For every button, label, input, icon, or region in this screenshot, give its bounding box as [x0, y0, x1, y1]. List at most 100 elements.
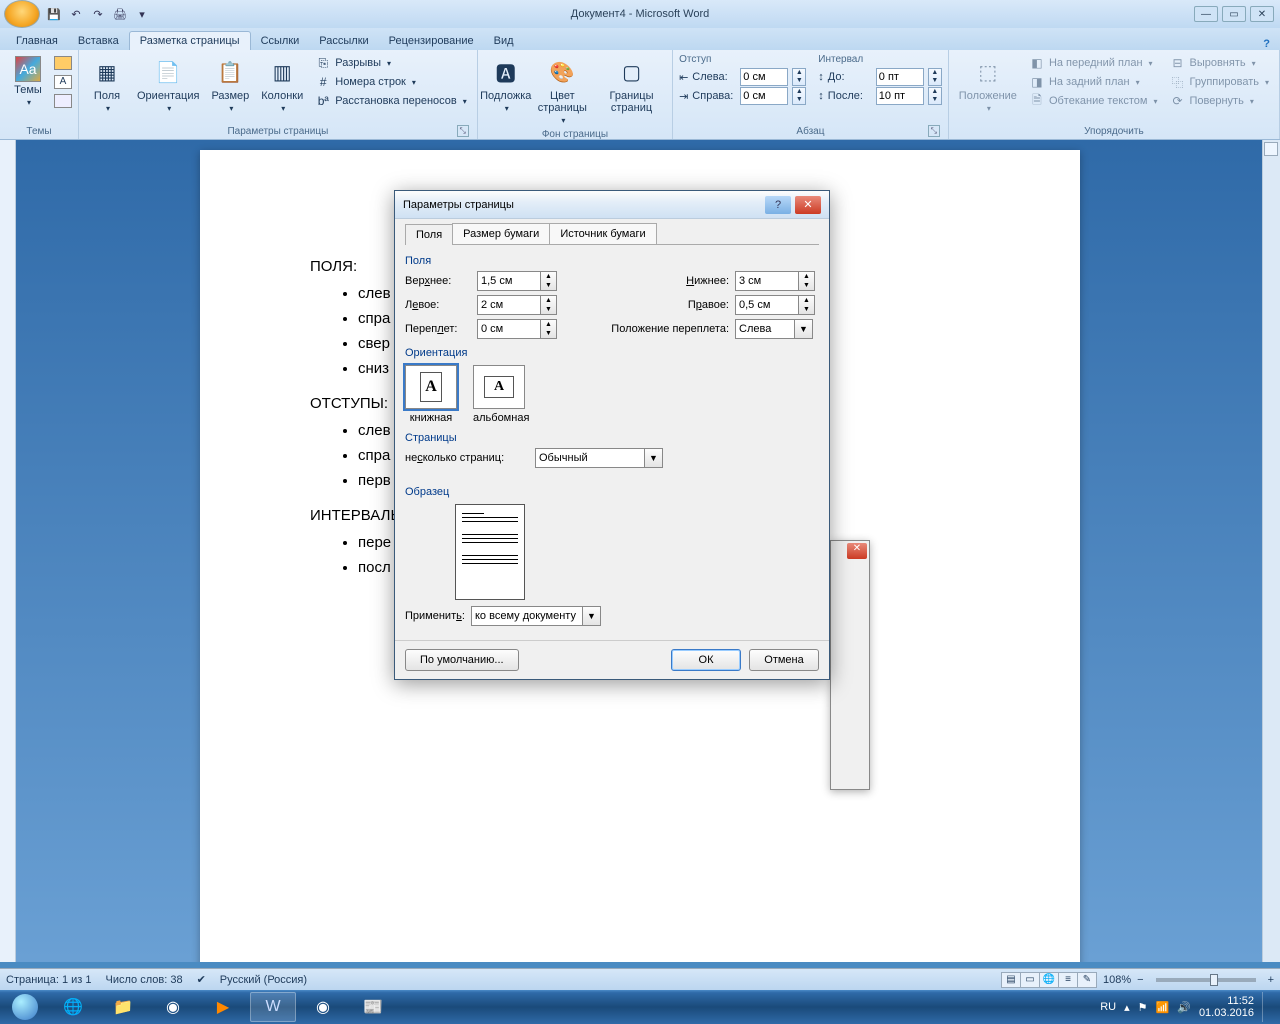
zoom-slider[interactable]: [1156, 978, 1256, 982]
apply-dropdown[interactable]: ▼: [583, 606, 601, 626]
tab-layout[interactable]: Разметка страницы: [129, 31, 251, 50]
zoom-value[interactable]: 108%: [1103, 974, 1131, 986]
view-web[interactable]: 🌐: [1039, 972, 1059, 988]
tab-review[interactable]: Рецензирование: [379, 32, 484, 50]
start-button[interactable]: [4, 992, 46, 1022]
margins-button[interactable]: ▦Поля▾: [85, 54, 129, 115]
gutter-pos-combo[interactable]: [735, 319, 795, 339]
vertical-scrollbar[interactable]: [1262, 140, 1280, 962]
task-chrome2[interactable]: ◉: [300, 992, 346, 1022]
status-language[interactable]: Русский (Россия): [220, 974, 307, 986]
page-setup-launcher[interactable]: ⤡: [457, 125, 469, 137]
theme-fonts-icon[interactable]: A: [54, 75, 72, 89]
themes-button[interactable]: Aa Темы▾: [6, 54, 50, 109]
task-media[interactable]: ▶: [200, 992, 246, 1022]
gutter-spinner[interactable]: ▲▼: [541, 319, 557, 339]
gutter-input[interactable]: [477, 319, 541, 339]
tray-volume-icon[interactable]: 🔊: [1177, 1001, 1191, 1014]
tray-show-hidden-icon[interactable]: ▴: [1124, 1001, 1130, 1014]
size-button[interactable]: 📋Размер▾: [207, 54, 253, 115]
right-margin-input[interactable]: [735, 295, 799, 315]
dlg-tab-source[interactable]: Источник бумаги: [549, 223, 656, 244]
tray-language[interactable]: RU: [1100, 1001, 1116, 1013]
space-after-input[interactable]: [876, 87, 924, 105]
task-news[interactable]: 📰: [350, 992, 396, 1022]
zoom-in-button[interactable]: +: [1268, 974, 1274, 986]
tray-network-icon[interactable]: 📶: [1156, 1001, 1170, 1014]
indent-left-spinner[interactable]: ▲▼: [792, 68, 806, 86]
theme-colors-icon[interactable]: [54, 56, 72, 70]
tab-insert[interactable]: Вставка: [68, 32, 129, 50]
status-page[interactable]: Страница: 1 из 1: [6, 974, 92, 986]
dialog-close-button[interactable]: ✕: [795, 196, 821, 214]
orientation-button[interactable]: 📄Ориентация▾: [133, 54, 203, 115]
tray-flag-icon[interactable]: ⚑: [1138, 1001, 1148, 1014]
tab-home[interactable]: Главная: [6, 32, 68, 50]
cancel-button[interactable]: Отмена: [749, 649, 819, 671]
bottom-margin-spinner[interactable]: ▲▼: [799, 271, 815, 291]
task-explorer[interactable]: 📁: [100, 992, 146, 1022]
orientation-portrait[interactable]: A книжная: [405, 365, 457, 424]
help-icon[interactable]: ?: [1253, 38, 1280, 50]
proofing-icon[interactable]: ✔: [197, 973, 206, 986]
qat-more-icon[interactable]: ▾: [132, 4, 152, 24]
vertical-ruler[interactable]: [0, 140, 16, 962]
status-words[interactable]: Число слов: 38: [106, 974, 183, 986]
view-outline[interactable]: ≡: [1058, 972, 1078, 988]
close-button[interactable]: ✕: [1250, 6, 1274, 22]
bg-dialog-close[interactable]: ✕: [847, 543, 867, 559]
undo-icon[interactable]: ↶: [66, 4, 86, 24]
print-icon[interactable]: 🖨: [110, 4, 130, 24]
task-chrome[interactable]: ◉: [150, 992, 196, 1022]
page-color-button[interactable]: 🎨Цвет страницы▾: [532, 54, 593, 127]
dlg-tab-paper[interactable]: Размер бумаги: [452, 223, 550, 244]
indent-right-input[interactable]: [740, 87, 788, 105]
line-numbers-button[interactable]: #Номера строк▾: [311, 73, 471, 91]
view-draft[interactable]: ✎: [1077, 972, 1097, 988]
send-back-button[interactable]: ◨На задний план▾: [1025, 73, 1162, 91]
indent-left-input[interactable]: [740, 68, 788, 86]
view-print-layout[interactable]: ▤: [1001, 972, 1021, 988]
bring-front-button[interactable]: ◧На передний план▾: [1025, 54, 1162, 72]
task-word[interactable]: W: [250, 992, 296, 1022]
indent-right-spinner[interactable]: ▲▼: [792, 87, 806, 105]
theme-effects-icon[interactable]: [54, 94, 72, 108]
left-margin-spinner[interactable]: ▲▼: [541, 295, 557, 315]
tray-clock[interactable]: 11:52 01.03.2016: [1199, 995, 1254, 1019]
gutter-pos-dropdown[interactable]: ▼: [795, 319, 813, 339]
rotate-button[interactable]: ⟳Повернуть▾: [1165, 92, 1273, 110]
bottom-margin-input[interactable]: [735, 271, 799, 291]
align-button[interactable]: ⊟Выровнять▾: [1165, 54, 1273, 72]
breaks-button[interactable]: ⎘Разрывы▾: [311, 54, 471, 72]
dlg-tab-margins[interactable]: Поля: [405, 224, 453, 245]
space-after-spinner[interactable]: ▲▼: [928, 87, 942, 105]
left-margin-input[interactable]: [477, 295, 541, 315]
top-margin-input[interactable]: [477, 271, 541, 291]
multi-pages-dropdown[interactable]: ▼: [645, 448, 663, 468]
space-before-input[interactable]: [876, 68, 924, 86]
right-margin-spinner[interactable]: ▲▼: [799, 295, 815, 315]
orientation-landscape[interactable]: A альбомная: [473, 365, 529, 424]
multi-pages-combo[interactable]: [535, 448, 645, 468]
columns-button[interactable]: ▥Колонки▾: [257, 54, 307, 115]
task-ie[interactable]: 🌐: [50, 992, 96, 1022]
tab-view[interactable]: Вид: [484, 32, 524, 50]
view-full-screen[interactable]: ▭: [1020, 972, 1040, 988]
minimize-button[interactable]: —: [1194, 6, 1218, 22]
top-margin-spinner[interactable]: ▲▼: [541, 271, 557, 291]
dialog-titlebar[interactable]: Параметры страницы ? ✕: [395, 191, 829, 219]
text-wrap-button[interactable]: 🗎Обтекание текстом▾: [1025, 92, 1162, 110]
page-borders-button[interactable]: ▢Границы страниц: [597, 54, 666, 116]
tab-references[interactable]: Ссылки: [251, 32, 310, 50]
zoom-out-button[interactable]: −: [1137, 974, 1143, 986]
hyphenation-button[interactable]: bªРасстановка переносов▾: [311, 92, 471, 110]
tab-mailings[interactable]: Рассылки: [309, 32, 378, 50]
default-button[interactable]: По умолчанию...: [405, 649, 519, 671]
space-before-spinner[interactable]: ▲▼: [928, 68, 942, 86]
office-button[interactable]: [4, 0, 40, 28]
ruler-toggle[interactable]: [1264, 142, 1278, 156]
watermark-button[interactable]: 🅰Подложка▾: [484, 54, 528, 115]
show-desktop-button[interactable]: [1262, 992, 1270, 1022]
group-button[interactable]: ⿻Группировать▾: [1165, 73, 1273, 91]
save-icon[interactable]: 💾: [44, 4, 64, 24]
